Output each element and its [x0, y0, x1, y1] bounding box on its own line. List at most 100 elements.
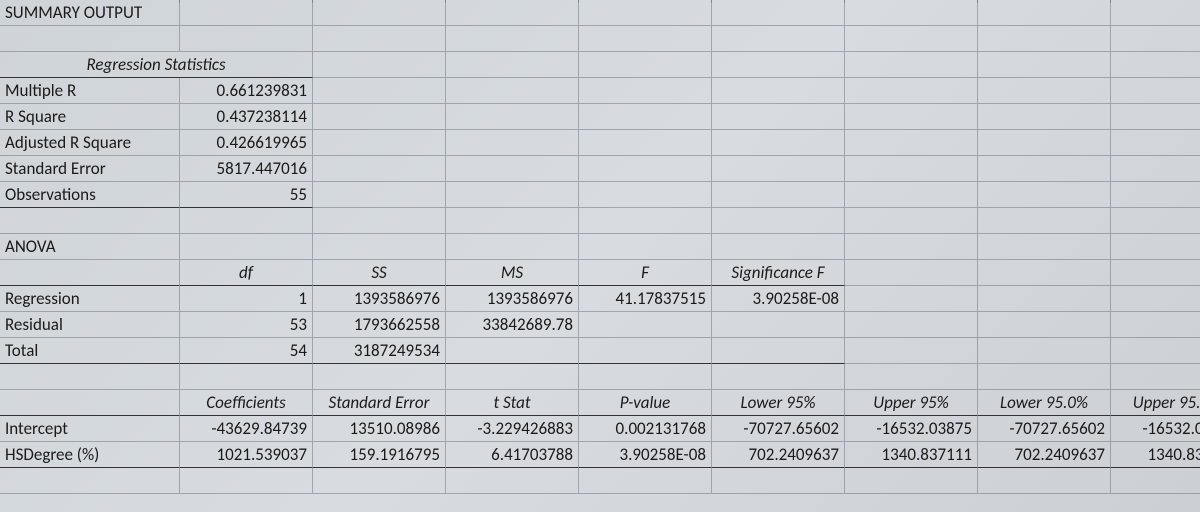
- empty-cell[interactable]: [712, 468, 845, 494]
- empty-cell[interactable]: [313, 468, 446, 494]
- empty-cell[interactable]: [1111, 182, 1200, 208]
- empty-cell[interactable]: [1111, 104, 1200, 130]
- empty-cell[interactable]: [313, 26, 446, 52]
- empty-cell[interactable]: [712, 26, 845, 52]
- empty-cell[interactable]: [313, 364, 446, 390]
- empty-cell[interactable]: [712, 208, 845, 234]
- empty-cell[interactable]: [579, 364, 712, 390]
- empty-cell[interactable]: [1111, 78, 1200, 104]
- empty-cell[interactable]: [845, 182, 978, 208]
- empty-cell[interactable]: [978, 338, 1111, 364]
- empty-cell[interactable]: [180, 26, 313, 52]
- empty-cell[interactable]: [978, 156, 1111, 182]
- empty-cell[interactable]: [446, 130, 579, 156]
- empty-cell[interactable]: [1111, 260, 1200, 286]
- empty-cell[interactable]: [313, 78, 446, 104]
- empty-cell[interactable]: [845, 52, 978, 78]
- empty-cell[interactable]: [1111, 338, 1200, 364]
- empty-cell[interactable]: [978, 78, 1111, 104]
- empty-cell[interactable]: [446, 182, 579, 208]
- empty-cell[interactable]: [446, 104, 579, 130]
- empty-cell[interactable]: [579, 156, 712, 182]
- empty-cell[interactable]: [845, 208, 978, 234]
- empty-cell[interactable]: [978, 26, 1111, 52]
- empty-cell[interactable]: [0, 364, 180, 390]
- empty-cell[interactable]: [1111, 156, 1200, 182]
- empty-cell[interactable]: [978, 52, 1111, 78]
- empty-cell[interactable]: [712, 234, 845, 260]
- empty-cell[interactable]: [579, 26, 712, 52]
- empty-cell[interactable]: [446, 208, 579, 234]
- empty-cell[interactable]: [845, 234, 978, 260]
- empty-cell[interactable]: [978, 260, 1111, 286]
- empty-cell[interactable]: [1111, 468, 1200, 494]
- empty-cell[interactable]: [446, 234, 579, 260]
- empty-cell[interactable]: [446, 26, 579, 52]
- empty-cell[interactable]: [180, 234, 313, 260]
- empty-cell[interactable]: [446, 364, 579, 390]
- empty-cell[interactable]: [978, 208, 1111, 234]
- empty-cell[interactable]: [712, 130, 845, 156]
- empty-cell[interactable]: [712, 182, 845, 208]
- empty-cell[interactable]: [1111, 364, 1200, 390]
- empty-cell[interactable]: [978, 104, 1111, 130]
- empty-cell[interactable]: [446, 156, 579, 182]
- empty-cell[interactable]: [978, 234, 1111, 260]
- empty-cell[interactable]: [712, 104, 845, 130]
- empty-cell[interactable]: [313, 130, 446, 156]
- empty-cell[interactable]: [1111, 234, 1200, 260]
- empty-cell[interactable]: [978, 286, 1111, 312]
- empty-cell[interactable]: [0, 26, 180, 52]
- empty-cell[interactable]: [579, 234, 712, 260]
- empty-cell[interactable]: [1111, 286, 1200, 312]
- empty-cell[interactable]: [313, 234, 446, 260]
- empty-cell[interactable]: [845, 468, 978, 494]
- empty-cell[interactable]: [845, 286, 978, 312]
- empty-cell[interactable]: [845, 156, 978, 182]
- empty-cell[interactable]: [1111, 130, 1200, 156]
- empty-cell[interactable]: [845, 130, 978, 156]
- empty-cell[interactable]: [1111, 312, 1200, 338]
- empty-cell[interactable]: [1111, 208, 1200, 234]
- empty-cell[interactable]: [579, 130, 712, 156]
- empty-cell[interactable]: [313, 208, 446, 234]
- empty-cell[interactable]: [845, 26, 978, 52]
- empty-cell[interactable]: [845, 312, 978, 338]
- empty-cell[interactable]: [313, 182, 446, 208]
- empty-cell[interactable]: [180, 468, 313, 494]
- empty-cell[interactable]: [579, 468, 712, 494]
- empty-cell[interactable]: [579, 52, 712, 78]
- empty-cell[interactable]: [579, 104, 712, 130]
- grid[interactable]: SUMMARY OUTPUT Regression Statistics Mu: [0, 0, 1200, 494]
- coeff-rowname: HSDegree (%): [0, 442, 180, 468]
- empty-cell[interactable]: [978, 130, 1111, 156]
- empty-cell[interactable]: [313, 52, 446, 78]
- empty-cell[interactable]: [845, 260, 978, 286]
- empty-cell[interactable]: [845, 338, 978, 364]
- empty-cell[interactable]: [978, 364, 1111, 390]
- empty-cell[interactable]: [712, 78, 845, 104]
- empty-cell[interactable]: [0, 468, 180, 494]
- empty-cell[interactable]: [712, 156, 845, 182]
- empty-cell[interactable]: [712, 364, 845, 390]
- empty-cell[interactable]: [180, 364, 313, 390]
- empty-cell[interactable]: [978, 468, 1111, 494]
- empty-cell[interactable]: [446, 52, 579, 78]
- empty-cell[interactable]: [579, 182, 712, 208]
- empty-cell[interactable]: [579, 208, 712, 234]
- empty-cell[interactable]: [446, 468, 579, 494]
- empty-cell[interactable]: [978, 312, 1111, 338]
- empty-cell[interactable]: [0, 208, 180, 234]
- empty-cell[interactable]: [845, 78, 978, 104]
- empty-cell[interactable]: [446, 78, 579, 104]
- empty-cell[interactable]: [579, 78, 712, 104]
- empty-cell[interactable]: [978, 182, 1111, 208]
- empty-cell[interactable]: [313, 156, 446, 182]
- empty-cell[interactable]: [845, 364, 978, 390]
- empty-cell[interactable]: [180, 208, 313, 234]
- empty-cell[interactable]: [1111, 52, 1200, 78]
- empty-cell[interactable]: [313, 104, 446, 130]
- empty-cell[interactable]: [1111, 26, 1200, 52]
- empty-cell[interactable]: [712, 52, 845, 78]
- empty-cell[interactable]: [845, 104, 978, 130]
